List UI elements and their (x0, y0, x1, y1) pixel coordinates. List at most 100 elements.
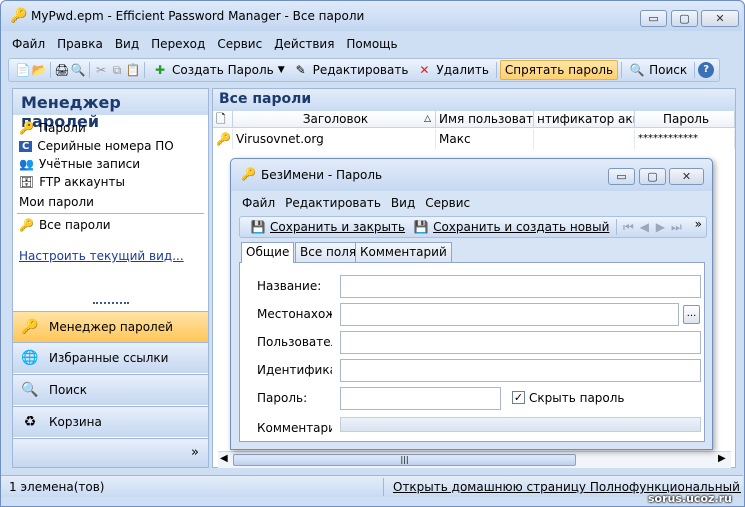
print-icon[interactable]: 🖨 (54, 62, 70, 78)
comment-label: Комментарий: (257, 421, 332, 435)
maximize-button[interactable]: ▢ (671, 10, 698, 27)
dialog-title-bar: 🔑 БезИмени - Пароль ▭ ▢ ✕ (231, 159, 712, 191)
hide-password-checkbox[interactable]: ✓ (512, 391, 525, 404)
key-icon: 🔑 (19, 218, 34, 232)
my-passwords-heading: Мои пароли (19, 195, 94, 209)
tab-general[interactable]: Общие (241, 242, 295, 263)
serial-icon: C (19, 140, 33, 152)
menu-service[interactable]: Сервис (211, 37, 268, 51)
column-header-password[interactable]: Пароль (635, 111, 735, 128)
scroll-thumb[interactable]: ||| (233, 454, 576, 466)
nav-item-serials[interactable]: C Серийные номера ПО (19, 137, 174, 155)
save-new-button[interactable]: 💾 Сохранить и создать новый (409, 217, 613, 237)
dialog-close-button[interactable]: ✕ (669, 168, 704, 185)
main-toolbar: 📄 📂 🖨 🔍 ✂ ⧉ 📋 ✚ Создать Пароль ▼ ✎ Редактир… (8, 58, 720, 82)
sort-up-icon: △ (424, 114, 431, 124)
dialog-menu-file[interactable]: Файл (237, 196, 280, 210)
save-new-icon: 💾 (413, 220, 429, 234)
favorites-button[interactable]: 🌐 Избранные ссылки (13, 342, 208, 373)
search-button[interactable]: 🔍 Поиск (625, 60, 691, 80)
browse-button[interactable]: ... (683, 305, 700, 324)
first-record-icon[interactable]: ⏮ (620, 219, 636, 235)
trash-button[interactable]: ♻ Корзина (13, 406, 208, 437)
copy-icon[interactable]: ⧉ (109, 62, 125, 78)
column-header-identifier[interactable]: нтификатор акка (534, 111, 635, 128)
menu-file[interactable]: Файл (6, 37, 51, 51)
search-nav-button[interactable]: 🔍 Поиск (13, 374, 208, 405)
hide-password-button[interactable]: Спрятать пароль (499, 60, 619, 80)
globe-icon: 🌐 (21, 350, 39, 366)
status-bar: 1 элемена(тов) Открыть домашнюю страницу… (1, 475, 743, 497)
dialog-menu-view[interactable]: Вид (386, 196, 420, 210)
close-button[interactable]: ✕ (701, 10, 739, 27)
row-title: Virusovnet.org (233, 129, 436, 149)
menu-actions[interactable]: Действия (268, 37, 340, 51)
save-close-button[interactable]: 💾 Сохранить и закрыть (246, 217, 409, 237)
paste-icon[interactable]: 📋 (125, 62, 141, 78)
search-icon: 🔍 (629, 63, 645, 77)
password-field[interactable] (340, 387, 501, 410)
column-header-username[interactable]: Имя пользовател (436, 111, 534, 128)
nav-item-ftp[interactable]: 🗄 FTP аккаунты (19, 173, 125, 191)
column-header-icon[interactable]: 🗋 (213, 111, 233, 128)
delete-x-icon: ✕ (419, 63, 430, 77)
row-username: Макс (436, 129, 534, 149)
user-field[interactable] (340, 331, 701, 354)
dialog-minimize-button[interactable]: ▭ (608, 168, 635, 185)
horizontal-scrollbar[interactable]: ◀ ||| ▶ (218, 451, 731, 468)
location-field[interactable] (340, 303, 679, 326)
item-count: 1 элемена(тов) (9, 480, 105, 494)
cut-icon[interactable]: ✂ (93, 62, 109, 78)
identifier-label: Идентификато (257, 363, 332, 377)
next-record-icon[interactable]: ▶ (652, 219, 668, 235)
save-icon: 💾 (250, 220, 266, 234)
ftp-icon: 🗄 (19, 175, 35, 189)
menu-edit[interactable]: Правка (51, 37, 109, 51)
prev-record-icon[interactable]: ◀ (636, 219, 652, 235)
tab-all-fields[interactable]: Все поля (295, 242, 362, 262)
tab-comment[interactable]: Комментарий (355, 242, 452, 262)
location-label: Местонахожд (257, 307, 332, 321)
new-file-icon[interactable]: 📄 (15, 62, 31, 78)
menu-help[interactable]: Помощь (340, 37, 403, 51)
key-icon: 🔑 (213, 129, 233, 149)
configure-buttons-icon[interactable]: » (191, 445, 199, 460)
app-key-icon: 🔑 (10, 8, 28, 24)
create-password-button[interactable]: ✚ Создать Пароль ▼ (148, 60, 289, 80)
dialog-toolbar: 💾 Сохранить и закрыть 💾 Сохранить и создат… (239, 216, 707, 238)
minimize-button[interactable]: ▭ (640, 10, 667, 27)
identifier-field[interactable] (340, 359, 701, 382)
key-icon: 🔑 (19, 121, 34, 135)
nav-item-passwords[interactable]: 🔑 Пароли (19, 119, 86, 137)
dialog-menu-service[interactable]: Сервис (420, 196, 475, 210)
menu-bar: Файл Правка Вид Переход Сервис Действия … (6, 33, 404, 55)
password-manager-button[interactable]: 🔑 Менеджер паролей (13, 311, 208, 342)
splitter-grip[interactable] (93, 302, 129, 307)
hide-password-label: Скрыть пароль (529, 391, 625, 405)
dialog-menu-edit[interactable]: Редактировать (280, 196, 386, 210)
open-folder-icon[interactable]: 📂 (31, 62, 47, 78)
help-icon[interactable]: ? (698, 62, 715, 78)
plus-icon: ✚ (154, 63, 166, 77)
nav-item-all-passwords[interactable]: 🔑 Все пароли (19, 216, 111, 234)
dialog-maximize-button[interactable]: ▢ (639, 168, 666, 185)
last-record-icon[interactable]: ⏭ (668, 219, 684, 235)
toolbar-overflow-icon[interactable]: » (695, 217, 702, 231)
title-bar: 🔑 MyPwd.epm - Efficient Password Manager… (1, 1, 742, 31)
delete-button[interactable]: ✕ Удалить (412, 60, 493, 80)
comment-format-toolbar (340, 417, 701, 432)
menu-view[interactable]: Вид (109, 37, 145, 51)
password-dialog: 🔑 БезИмени - Пароль ▭ ▢ ✕ Файл Редактиро… (230, 158, 713, 450)
edit-button[interactable]: ✎ Редактировать (289, 60, 413, 80)
navigation-pane: Менеджер паролей 🔑 Пароли C Серийные номер… (12, 88, 209, 468)
table-row[interactable]: 🔑 Virusovnet.org Макс ************ (213, 129, 735, 149)
column-header-title[interactable]: Заголовок △ (233, 111, 436, 128)
nav-item-accounts[interactable]: 👥 Учётные записи (19, 155, 140, 173)
scroll-left-icon[interactable]: ◀ (220, 453, 228, 464)
preview-icon[interactable]: 🔍 (70, 62, 86, 78)
name-field[interactable] (340, 275, 701, 298)
customize-view-link[interactable]: Настроить текущий вид... (19, 249, 184, 263)
view-title: Все пароли (213, 89, 735, 111)
scroll-right-icon[interactable]: ▶ (718, 453, 726, 464)
menu-go[interactable]: Переход (145, 37, 211, 51)
